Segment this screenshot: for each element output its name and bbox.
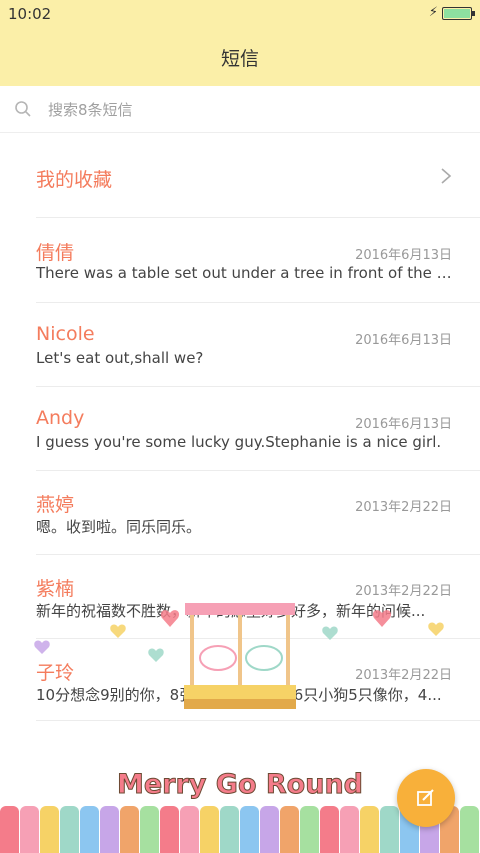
stripe bbox=[20, 806, 39, 853]
stripe bbox=[60, 806, 79, 853]
stripe bbox=[100, 806, 119, 853]
stripe bbox=[140, 806, 159, 853]
divider bbox=[36, 720, 480, 721]
contact-name: 子玲 bbox=[36, 662, 75, 684]
chevron-right-icon bbox=[441, 168, 452, 184]
contact-name: 紫楠 bbox=[36, 578, 75, 600]
charging-icon: ⚡ bbox=[428, 5, 438, 20]
message-date: 2013年2月22日 bbox=[355, 500, 452, 515]
message-preview: 10分想念9别的你，8张照片7张是你，6只小狗5只像你，4... bbox=[36, 686, 442, 704]
stripe bbox=[40, 806, 59, 853]
message-preview: Let's eat out,shall we? bbox=[36, 349, 204, 367]
stripe bbox=[320, 806, 339, 853]
stripe bbox=[260, 806, 279, 853]
stripe bbox=[0, 806, 19, 853]
message-date: 2013年2月22日 bbox=[355, 668, 452, 683]
stripe bbox=[220, 806, 239, 853]
status-time: 10:02 bbox=[8, 5, 52, 23]
page-title: 短信 bbox=[220, 47, 259, 70]
stripe bbox=[160, 806, 179, 853]
contact-name: Nicole bbox=[36, 323, 95, 345]
message-preview: I guess you're some lucky guy.Stephanie … bbox=[36, 433, 442, 451]
battery-icon bbox=[442, 7, 475, 20]
contact-name: Andy bbox=[36, 407, 85, 429]
favorites-row[interactable]: 我的收藏 bbox=[0, 133, 480, 217]
stripe bbox=[460, 806, 479, 853]
stripe bbox=[80, 806, 99, 853]
stripe bbox=[120, 806, 139, 853]
conversation-item[interactable]: 燕婷 2013年2月22日 嗯。收到啦。同乐同乐。 bbox=[0, 470, 480, 554]
banner-text: Merry Go Round bbox=[117, 769, 363, 800]
stripe bbox=[180, 806, 199, 853]
conversation-item[interactable]: 紫楠 2013年2月22日 新年的祝福数不胜数，新年的愿望好多好多，新年的问候.… bbox=[0, 554, 480, 638]
message-preview: There was a table set out under a tree i… bbox=[36, 264, 452, 282]
conversation-item[interactable]: Nicole 2016年6月13日 Let's eat out,shall we… bbox=[0, 303, 480, 387]
stripe bbox=[240, 806, 259, 853]
conversation-item[interactable]: 子玲 2013年2月22日 10分想念9别的你，8张照片7张是你，6只小狗5只像… bbox=[0, 638, 480, 722]
compose-button[interactable] bbox=[397, 769, 455, 827]
message-date: 2016年6月13日 bbox=[355, 333, 452, 348]
contact-name: 燕婷 bbox=[36, 494, 75, 516]
message-date: 2016年6月13日 bbox=[355, 417, 452, 432]
conversation-item[interactable]: 倩倩 2016年6月13日 There was a table set out … bbox=[0, 218, 480, 302]
compose-icon bbox=[417, 789, 434, 806]
status-bar: 10:02 ⚡ bbox=[0, 0, 480, 28]
stripe bbox=[300, 806, 319, 853]
message-date: 2013年2月22日 bbox=[355, 584, 452, 599]
app-header: 短信 bbox=[0, 28, 480, 86]
message-preview: 嗯。收到啦。同乐同乐。 bbox=[36, 518, 202, 536]
search-bar[interactable] bbox=[0, 86, 480, 133]
search-input[interactable] bbox=[46, 97, 450, 123]
message-date: 2016年6月13日 bbox=[355, 248, 452, 263]
search-icon bbox=[15, 101, 31, 117]
message-preview: 新年的祝福数不胜数，新年的愿望好多好多，新年的问候... bbox=[36, 602, 426, 620]
stripe bbox=[280, 806, 299, 853]
favorites-label: 我的收藏 bbox=[36, 169, 113, 191]
stripe bbox=[340, 806, 359, 853]
contact-name: 倩倩 bbox=[36, 242, 75, 264]
stripe bbox=[380, 806, 399, 853]
stripe bbox=[200, 806, 219, 853]
stripe bbox=[360, 806, 379, 853]
conversation-item[interactable]: Andy 2016年6月13日 I guess you're some luck… bbox=[0, 387, 480, 471]
